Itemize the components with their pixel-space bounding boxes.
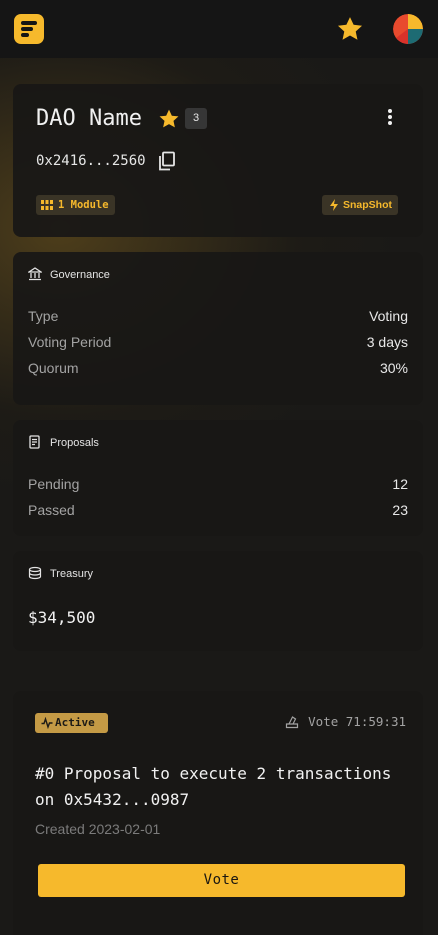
more-vertical-icon[interactable] [383, 106, 397, 128]
quorum-label: Quorum [28, 360, 79, 376]
pending-value: 12 [392, 476, 408, 492]
created-date: Created 2023-02-01 [35, 821, 161, 837]
status-badge: Active [35, 713, 108, 733]
copy-icon[interactable] [158, 151, 176, 171]
app-logo-icon[interactable] [14, 14, 44, 44]
governance-type-value: Voting [369, 308, 408, 324]
star-icon[interactable] [158, 108, 180, 130]
document-icon [29, 435, 40, 449]
user-avatar-icon[interactable] [393, 14, 423, 44]
voting-period-value: 3 days [366, 334, 408, 350]
governance-icon [28, 267, 42, 281]
grid-icon [41, 200, 53, 210]
vote-button[interactable]: Vote [38, 864, 405, 897]
treasury-value: $34,500 [28, 608, 96, 627]
dao-address: 0x2416...2560 [36, 153, 146, 169]
treasury-title: Treasury [50, 568, 93, 580]
passed-value: 23 [392, 502, 408, 518]
dao-name: DAO Name [36, 106, 142, 131]
vote-timer: Vote 71:59:31 [308, 714, 406, 729]
proposal-title[interactable]: #0 Proposal to execute 2 transactions on… [35, 761, 415, 813]
coins-icon [28, 566, 42, 580]
proposals-card: Proposals Pending 12 Passed 23 [13, 420, 423, 536]
top-header [0, 0, 438, 58]
governance-type-label: Type [28, 308, 59, 324]
voting-period-label: Voting Period [28, 334, 112, 350]
favorites-count-badge: 3 [185, 108, 207, 129]
quorum-value: 30% [379, 360, 408, 376]
snapshot-tag[interactable]: SnapShot [322, 195, 398, 215]
activity-icon [41, 717, 53, 729]
proposals-title: Proposals [50, 437, 99, 449]
modules-tag[interactable]: 1 Module [36, 195, 115, 215]
pending-label: Pending [28, 476, 80, 492]
favorites-star-icon[interactable] [336, 15, 364, 43]
modules-label: 1 Module [58, 199, 109, 211]
ballot-box-icon [285, 716, 299, 729]
dao-info-card: DAO Name 3 0x2416...2560 1 Module SnapSh… [13, 84, 423, 237]
passed-label: Passed [28, 502, 75, 518]
proposal-card[interactable]: Active Vote 71:59:31 #0 Proposal to exec… [13, 691, 423, 935]
lightning-icon [330, 199, 338, 211]
treasury-card: Treasury $34,500 [13, 551, 423, 651]
status-label: Active [55, 716, 95, 729]
governance-card: Governance Type Voting Voting Period 3 d… [13, 252, 423, 405]
governance-title: Governance [50, 269, 110, 281]
snapshot-label: SnapShot [343, 199, 392, 211]
